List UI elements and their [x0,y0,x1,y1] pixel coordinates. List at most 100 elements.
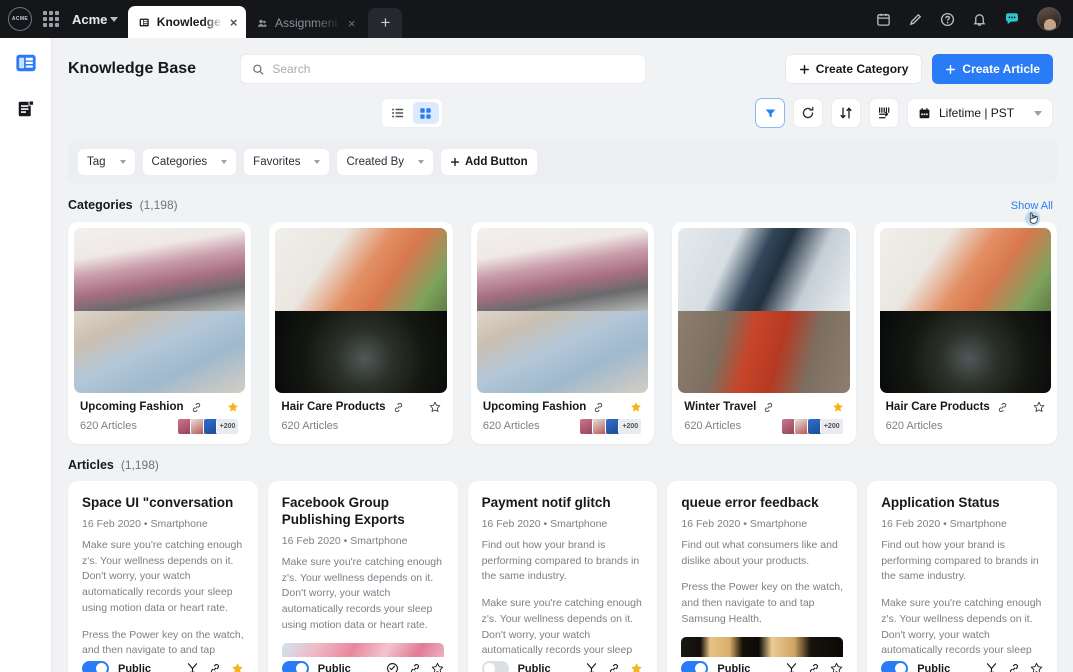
avatar[interactable] [1037,7,1061,31]
close-icon[interactable]: × [348,17,356,30]
add-button[interactable]: Add Button [441,149,537,175]
article-card[interactable]: Application Status 16 Feb 2020 • Smartph… [867,481,1057,672]
visibility-label: Public [517,662,551,672]
link-icon[interactable] [409,663,421,672]
star-icon[interactable] [830,662,843,672]
star-icon[interactable] [832,401,844,413]
filter-button[interactable] [755,98,785,128]
avatar-group[interactable]: +200 [780,417,844,435]
link-icon[interactable] [808,663,820,672]
merge-icon[interactable] [985,662,998,672]
bell-icon[interactable] [972,12,987,27]
show-all-categories-link[interactable]: Show All [1011,200,1053,227]
visibility-toggle[interactable] [881,661,909,672]
workspace-switcher[interactable]: Acme [66,12,119,27]
avatar-group[interactable]: +200 [579,417,643,435]
revert-icon[interactable] [386,662,399,672]
chevron-down-icon [314,160,321,164]
toolbar-tools: Lifetime | PST [755,98,1053,128]
article-date: 16 Feb 2020 • Smartphone [281,534,408,547]
star-icon[interactable] [630,401,642,413]
star-icon[interactable] [630,662,643,672]
merge-icon[interactable] [186,662,199,672]
new-tab-button[interactable]: + [368,8,403,38]
star-icon[interactable] [431,662,444,672]
merge-icon[interactable] [785,662,798,672]
link-icon[interactable] [191,402,202,413]
category-meta: Hair Care Products 620 Articles [275,393,446,444]
help-icon[interactable] [940,12,955,27]
star-icon[interactable] [429,401,441,413]
category-card[interactable]: Winter Travel 620 Articles +200 [672,222,856,444]
list-view-button[interactable] [385,102,411,124]
sidebar-item-knowledge-base[interactable] [13,50,39,76]
plus-icon [450,157,460,167]
close-icon[interactable]: × [230,16,238,29]
search-box[interactable] [240,54,647,84]
view-toolbar: Lifetime | PST [52,84,1073,128]
topbar-left: ACME Acme [0,0,119,38]
sidebar-item-documents[interactable] [13,96,39,122]
browser-tabs: Knowledge Ba × Assignment En × + [128,0,403,38]
knowledge-base-icon [15,54,36,72]
search-input[interactable] [272,62,635,76]
article-paragraph: Find out how your brand is performing co… [481,538,640,583]
create-category-button[interactable]: Create Category [784,54,923,84]
add-button-label: Add Button [465,156,528,168]
grid-view-button[interactable] [412,102,439,124]
apps-grid-icon[interactable] [42,10,60,28]
date-range-label: Lifetime | PST [939,106,1015,120]
article-card[interactable]: queue error feedback 16 Feb 2020 • Smart… [667,481,858,672]
create-article-button[interactable]: Create Article [932,54,1053,84]
merge-icon[interactable] [585,662,598,672]
link-icon[interactable] [209,663,221,672]
category-card[interactable]: Upcoming Fashion 620 Articles +200 [68,222,252,444]
filter-pill-categories[interactable]: Categories [142,149,237,175]
star-icon[interactable] [227,401,239,413]
category-card[interactable]: Hair Care Products 620 Articles [269,222,453,444]
brand-logo[interactable]: ACME [8,7,32,31]
link-icon[interactable] [593,402,604,413]
filter-pill-tag[interactable]: Tag [78,149,135,175]
visibility-toggle[interactable] [82,661,109,672]
plus-icon [946,64,956,74]
avatar-group[interactable]: +200 [176,417,240,435]
chat-icon[interactable] [1004,11,1020,27]
date-range-picker[interactable]: Lifetime | PST [907,98,1053,128]
sort-button[interactable] [831,98,861,128]
link-icon[interactable] [1008,663,1020,672]
tab-assignment-engine[interactable]: Assignment En × [246,8,364,38]
star-icon[interactable] [1033,401,1045,413]
view-toggle-group [380,98,443,128]
article-title: Payment notif glitch [481,495,611,510]
pencil-icon[interactable] [908,12,923,27]
link-icon[interactable] [608,663,620,672]
article-card[interactable]: Payment notif glitch 16 Feb 2020 • Smart… [467,481,658,672]
article-card[interactable]: Space UI "conversation 16 Feb 2020 • Sma… [68,481,258,672]
calendar-icon[interactable] [876,12,891,27]
visibility-toggle[interactable] [681,661,709,672]
visibility-toggle[interactable] [481,661,509,672]
star-icon[interactable] [231,662,244,672]
link-icon[interactable] [763,402,774,413]
article-card[interactable]: Facebook Group Publishing Exports 16 Feb… [267,481,458,672]
tab-knowledge-base[interactable]: Knowledge Ba × [128,6,247,38]
refresh-button[interactable] [793,98,823,128]
category-card[interactable]: Upcoming Fashion 620 Articles +200 [470,222,655,444]
create-article-label: Create Article [962,62,1040,76]
category-image [476,228,649,393]
article-title: Space UI "conversation [82,495,234,510]
article-body: Find out what consumers like and dislike… [681,538,843,628]
category-image [879,228,1052,393]
filter-pill-favorites[interactable]: Favorites [244,149,330,175]
category-image-bottom [275,310,447,393]
chevron-down-icon [110,16,119,22]
visibility-toggle[interactable] [281,661,309,672]
filter-pill-created-by[interactable]: Created By [337,149,433,175]
columns-button[interactable] [869,98,899,128]
star-icon[interactable] [1030,662,1043,672]
sidebar [0,38,52,672]
link-icon[interactable] [393,402,404,413]
category-card[interactable]: Hair Care Products 620 Articles [873,222,1058,444]
link-icon[interactable] [997,402,1008,413]
